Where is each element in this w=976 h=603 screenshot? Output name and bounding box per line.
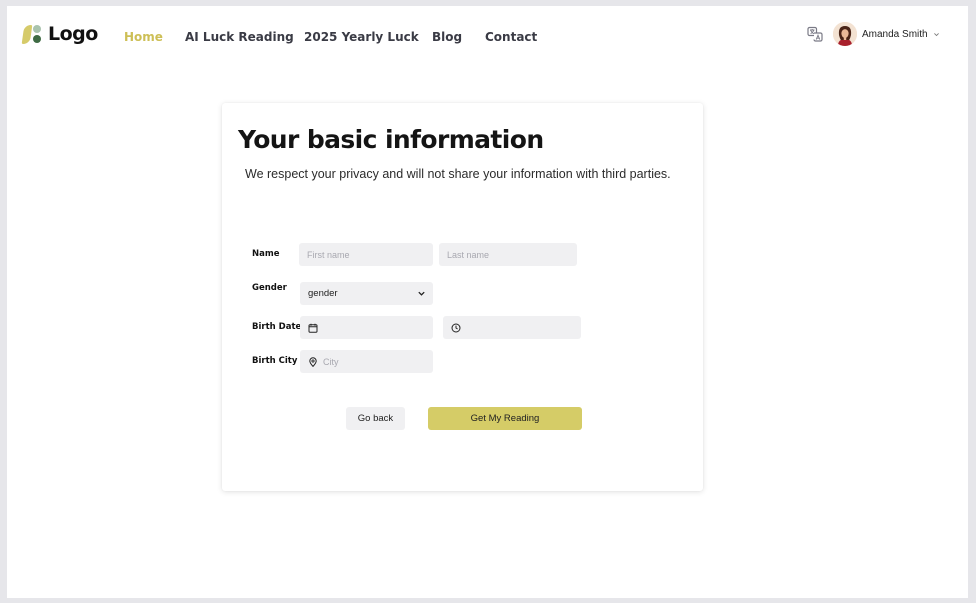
get-reading-button[interactable]: Get My Reading <box>428 407 582 430</box>
gender-select[interactable]: gender <box>300 282 433 305</box>
calendar-icon <box>308 323 318 333</box>
gender-select-value: gender <box>308 288 338 299</box>
birth-city-input[interactable] <box>323 356 433 367</box>
clock-icon <box>451 323 461 332</box>
chevron-down-icon <box>933 32 939 36</box>
basic-info-card: Your basic information We respect your p… <box>222 103 703 491</box>
first-name-field[interactable] <box>299 243 433 266</box>
logo-text: Logo <box>48 23 98 45</box>
first-name-input[interactable] <box>307 249 433 260</box>
birth-date-field[interactable] <box>300 316 433 339</box>
nav-home[interactable]: Home <box>124 30 163 44</box>
birth-date-label: Birth Date <box>252 322 302 332</box>
last-name-input[interactable] <box>447 249 577 260</box>
nav-ai-luck-reading[interactable]: AI Luck Reading <box>185 30 294 44</box>
name-label: Name <box>252 249 280 259</box>
birth-time-input[interactable] <box>466 322 581 333</box>
last-name-field[interactable] <box>439 243 577 266</box>
logo-mark-icon <box>21 23 43 45</box>
birth-date-input[interactable] <box>323 322 433 333</box>
gender-label: Gender <box>252 283 287 293</box>
location-pin-icon <box>309 356 317 367</box>
page-title: Your basic information <box>238 125 544 154</box>
logo[interactable]: Logo <box>21 23 98 45</box>
translate-icon[interactable] <box>807 26 823 42</box>
avatar-icon <box>833 22 857 46</box>
privacy-note: We respect your privacy and will not sha… <box>245 167 671 181</box>
nav-2025-yearly-luck[interactable]: 2025 Yearly Luck <box>304 30 419 44</box>
nav-contact[interactable]: Contact <box>485 30 537 44</box>
chevron-down-icon <box>418 291 425 296</box>
app-window: Logo Home AI Luck Reading 2025 Yearly Lu… <box>7 6 968 598</box>
go-back-button[interactable]: Go back <box>346 407 405 430</box>
user-menu[interactable]: Amanda Smith <box>833 22 940 46</box>
birth-city-field[interactable] <box>300 350 433 373</box>
user-name: Amanda Smith <box>862 28 928 40</box>
birth-city-label: Birth City <box>252 356 298 366</box>
birth-time-field[interactable] <box>443 316 581 339</box>
nav-blog[interactable]: Blog <box>432 30 462 44</box>
